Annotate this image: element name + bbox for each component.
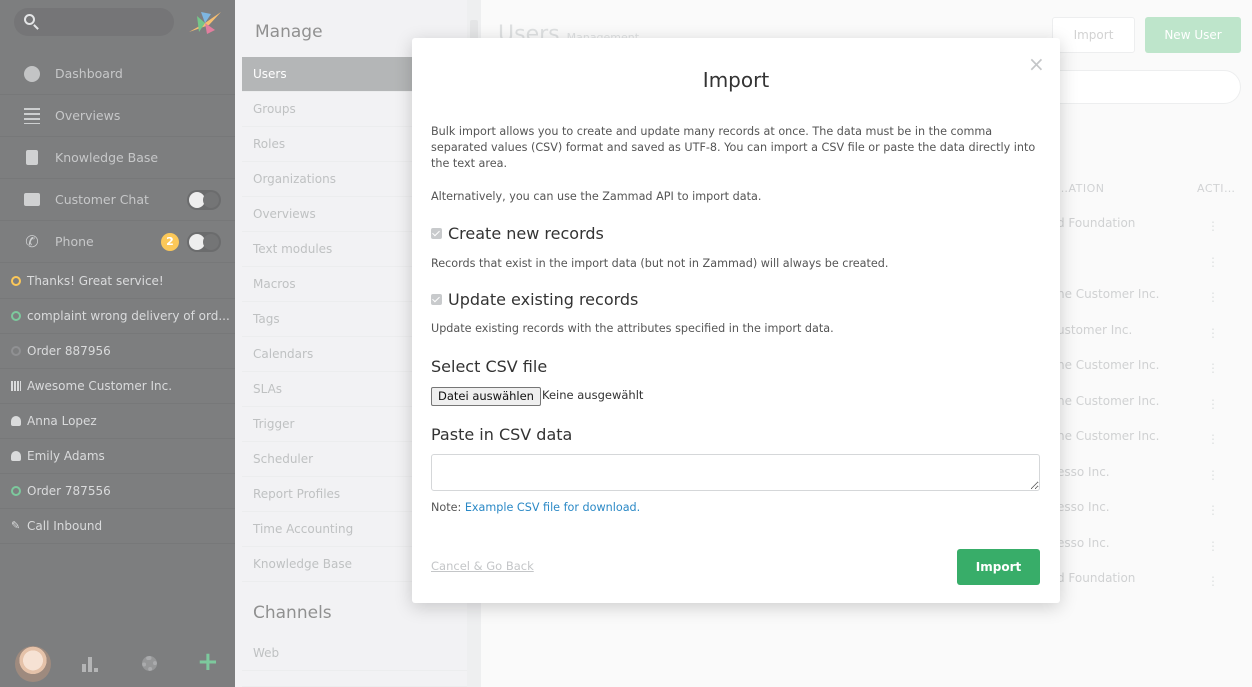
modal-title: Import <box>702 68 770 92</box>
checkbox-checked-icon <box>431 228 442 239</box>
import-intro: Bulk import allows you to create and upd… <box>431 125 1036 170</box>
update-records-label: Update existing records <box>448 290 639 309</box>
import-modal: × Import Bulk import allows you to creat… <box>412 38 1060 603</box>
import-api-note: Alternatively, you can use the Zammad AP… <box>431 190 762 203</box>
example-csv-link[interactable]: Example CSV file for download. <box>465 501 640 514</box>
paste-csv-heading: Paste in CSV data <box>431 425 573 444</box>
create-records-label: Create new records <box>448 224 604 243</box>
update-records-checkbox[interactable]: Update existing records <box>431 290 638 309</box>
cancel-button[interactable]: Cancel & Go Back <box>431 559 534 573</box>
create-records-help: Records that exist in the import data (b… <box>431 257 889 270</box>
note-prefix: Note: <box>431 501 465 514</box>
choose-file-button[interactable]: Datei auswählen <box>431 387 541 406</box>
import-submit-button[interactable]: Import <box>957 549 1040 585</box>
create-records-checkbox[interactable]: Create new records <box>431 224 604 243</box>
select-csv-heading: Select CSV file <box>431 357 548 376</box>
file-status: Keine ausgewählt <box>542 388 644 402</box>
csv-data-textarea[interactable] <box>431 454 1040 491</box>
update-records-help: Update existing records with the attribu… <box>431 322 834 335</box>
example-note: Note: Example CSV file for download. <box>431 501 640 514</box>
checkbox-checked-icon <box>431 294 442 305</box>
